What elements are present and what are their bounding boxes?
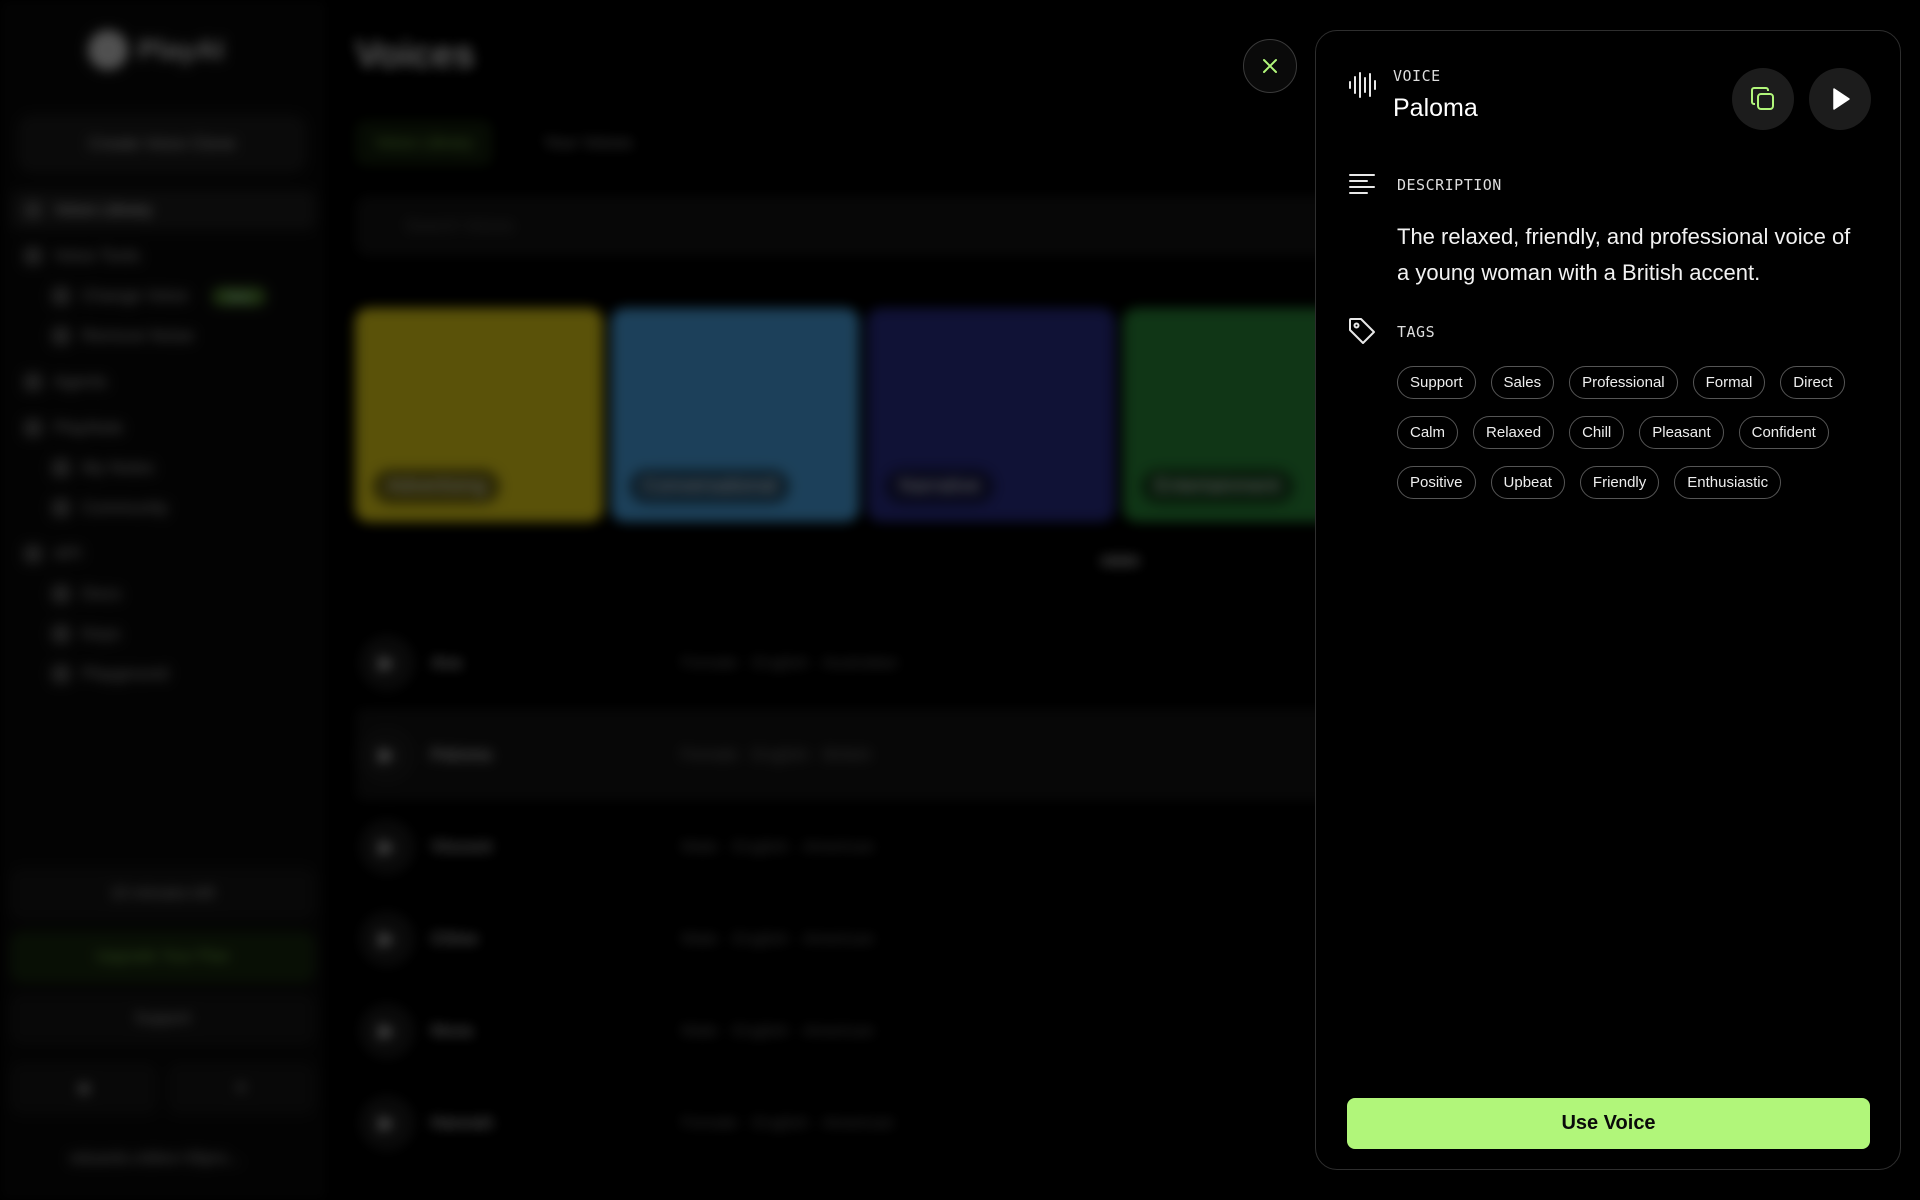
tag-chip[interactable]: Chill bbox=[1569, 416, 1625, 449]
tags-label: TAGS bbox=[1397, 323, 1436, 341]
tag-chip[interactable]: Professional bbox=[1569, 366, 1678, 399]
tag-chip[interactable]: Friendly bbox=[1579, 466, 1660, 499]
tag-chip[interactable]: Sales bbox=[1490, 366, 1555, 399]
text-lines-icon bbox=[1349, 174, 1375, 194]
copy-button[interactable] bbox=[1732, 68, 1794, 130]
voice-name: Paloma bbox=[1393, 94, 1478, 122]
tag-icon bbox=[1349, 318, 1375, 344]
voice-description: The relaxed, friendly, and professional … bbox=[1397, 224, 1851, 285]
tag-list: Support Sales Professional Formal Direct Calm… bbox=[1397, 366, 1887, 499]
tag-chip[interactable]: Formal bbox=[1692, 366, 1766, 399]
description-label: DESCRIPTION bbox=[1397, 176, 1502, 194]
waveform-icon bbox=[1349, 72, 1376, 98]
tag-chip[interactable]: Direct bbox=[1780, 366, 1846, 399]
tag-chip[interactable]: Pleasant bbox=[1639, 416, 1724, 449]
tag-chip[interactable]: Positive bbox=[1397, 466, 1476, 499]
close-button[interactable] bbox=[1243, 39, 1297, 93]
copy-icon bbox=[1751, 87, 1774, 110]
voice-detail-panel: VOICE Paloma DESCRIPTION The relaxed, fr… bbox=[1315, 30, 1901, 1170]
voice-label: VOICE bbox=[1393, 67, 1441, 85]
tag-chip[interactable]: Relaxed bbox=[1473, 416, 1555, 449]
close-icon bbox=[1263, 59, 1277, 73]
play-button[interactable] bbox=[1809, 68, 1871, 130]
tag-chip[interactable]: Upbeat bbox=[1490, 466, 1565, 499]
tag-chip[interactable]: Confident bbox=[1738, 416, 1829, 449]
tag-chip[interactable]: Support bbox=[1397, 366, 1476, 399]
use-voice-button[interactable]: Use Voice bbox=[1347, 1098, 1870, 1149]
tag-chip[interactable]: Calm bbox=[1397, 416, 1459, 449]
tag-chip[interactable]: Enthusiastic bbox=[1674, 466, 1782, 499]
play-icon bbox=[1833, 88, 1850, 110]
